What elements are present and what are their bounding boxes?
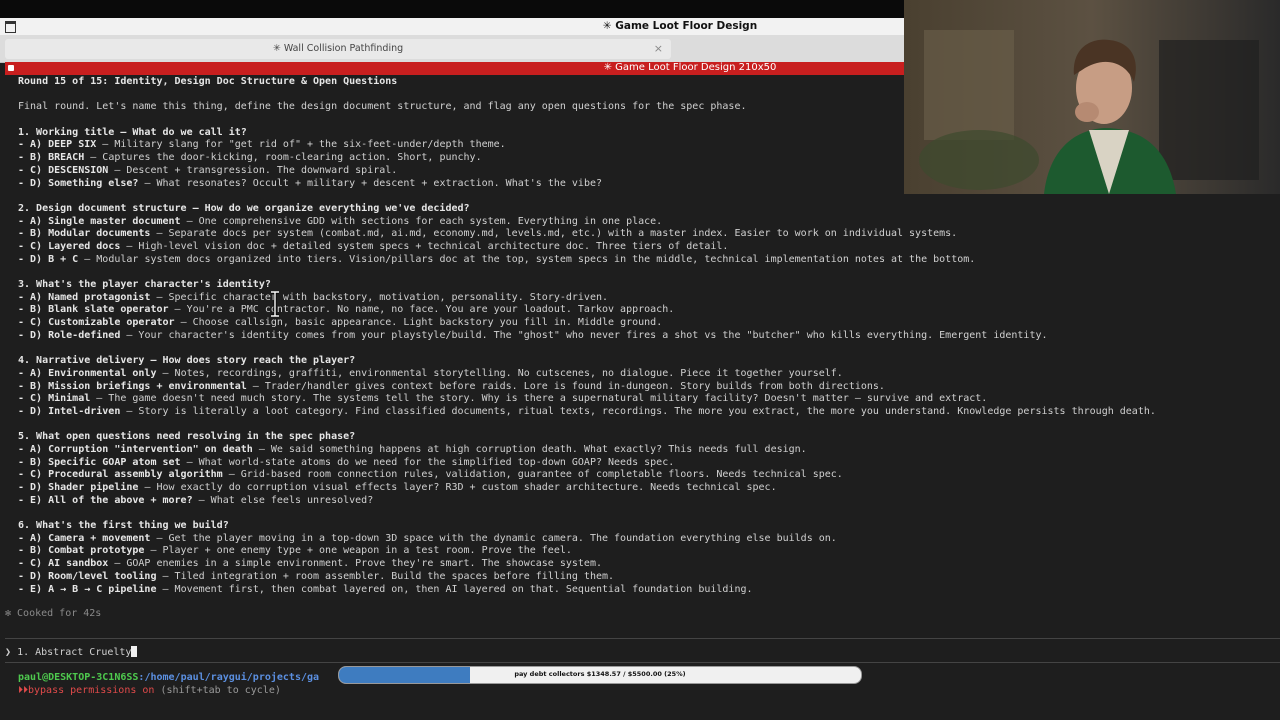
option-line: - D) Role-defined — Your character's ide… bbox=[18, 329, 1048, 341]
cooked-status: ✻ Cooked for 42s bbox=[5, 608, 102, 619]
option-line: - B) Modular documents — Separate docs p… bbox=[18, 228, 958, 240]
permissions-label: bypass permissions on bbox=[28, 685, 155, 696]
user-host: paul@DESKTOP-3C1N6SS bbox=[18, 672, 139, 683]
option-line: - A) Named protagonist — Specific charac… bbox=[18, 291, 609, 303]
permissions-hint: (shift+tab to cycle) bbox=[154, 685, 281, 696]
option-line: - A) Camera + movement — Get the player … bbox=[18, 532, 837, 544]
option-line: - C) Minimal — The game doesn't need muc… bbox=[18, 393, 988, 405]
option-line: - B) Mission briefings + environmental —… bbox=[18, 380, 885, 392]
option-line: - D) B + C — Modular system docs organiz… bbox=[18, 253, 976, 265]
question-2-heading: 2. Design document structure — How do we… bbox=[18, 202, 470, 214]
text-caret bbox=[131, 646, 138, 657]
divider bbox=[5, 638, 1280, 639]
option-line: - A) Single master document — One compre… bbox=[18, 215, 663, 227]
prompt-chevron-icon: ❯ bbox=[5, 647, 12, 658]
option-line: - B) Specific GOAP atom set — What world… bbox=[18, 456, 675, 468]
question-4-heading: 4. Narrative delivery — How does story r… bbox=[18, 355, 356, 367]
option-line: - A) Corruption "intervention" on death … bbox=[18, 443, 807, 455]
question-3-heading: 3. What's the player character's identit… bbox=[18, 279, 271, 290]
mode-icon: ⏵⏵ bbox=[18, 685, 28, 696]
option-line: - D) Shader pipeline — How exactly do co… bbox=[18, 482, 777, 493]
webcam-feed-image bbox=[904, 0, 1280, 194]
option-line: - C) AI sandbox — GOAP enemies in a simp… bbox=[18, 558, 602, 570]
tab-close-icon[interactable]: × bbox=[654, 42, 663, 55]
tab-wall-collision-pathfinding[interactable]: ✳ Wall Collision Pathfinding × bbox=[5, 39, 671, 59]
option-line: - D) Intel-driven — Story is literally a… bbox=[18, 405, 1156, 417]
goal-progress-bar: pay debt collectors $1348.57 / $5500.00 … bbox=[338, 666, 862, 684]
option-line: - A) Environmental only — Notes, recordi… bbox=[18, 367, 843, 379]
working-path: :/home/paul/raygui/projects/ga bbox=[138, 672, 320, 683]
option-line: - E) All of the above + more? — What els… bbox=[18, 494, 374, 506]
webcam-overlay bbox=[904, 0, 1280, 194]
option-line: - B) Blank slate operator — You're a PMC… bbox=[18, 304, 675, 316]
option-line: - D) Room/level tooling — Tiled integrat… bbox=[18, 570, 615, 582]
option-line: - B) Combat prototype — Player + one ene… bbox=[18, 545, 572, 557]
permissions-status-line: ⏵⏵bypass permissions on (shift+tab to cy… bbox=[18, 685, 281, 696]
option-line: - C) Procedural assembly algorithm — Gri… bbox=[18, 469, 843, 481]
text-cursor-icon bbox=[271, 291, 279, 317]
prompt-input-line[interactable]: ❯ 1. Abstract Cruelty bbox=[5, 646, 138, 658]
question-6-heading: 6. What's the first thing we build? bbox=[18, 520, 229, 532]
question-5-heading: 5. What open questions need resolving in… bbox=[18, 431, 356, 443]
option-line: - E) A → B → C pipeline — Movement first… bbox=[18, 583, 753, 595]
tab-label: ✳ Wall Collision Pathfinding bbox=[272, 43, 404, 54]
option-line: - C) Customizable operator — Choose call… bbox=[18, 317, 663, 329]
option-line: - C) Layered docs — High-level vision do… bbox=[18, 240, 729, 252]
shell-status-line: paul@DESKTOP-3C1N6SS:/home/paul/raygui/p… bbox=[18, 672, 319, 683]
divider bbox=[5, 662, 1280, 663]
progress-label: pay debt collectors $1348.57 / $5500.00 … bbox=[514, 670, 686, 678]
prompt-input[interactable]: 1. Abstract Cruelty bbox=[17, 647, 131, 658]
